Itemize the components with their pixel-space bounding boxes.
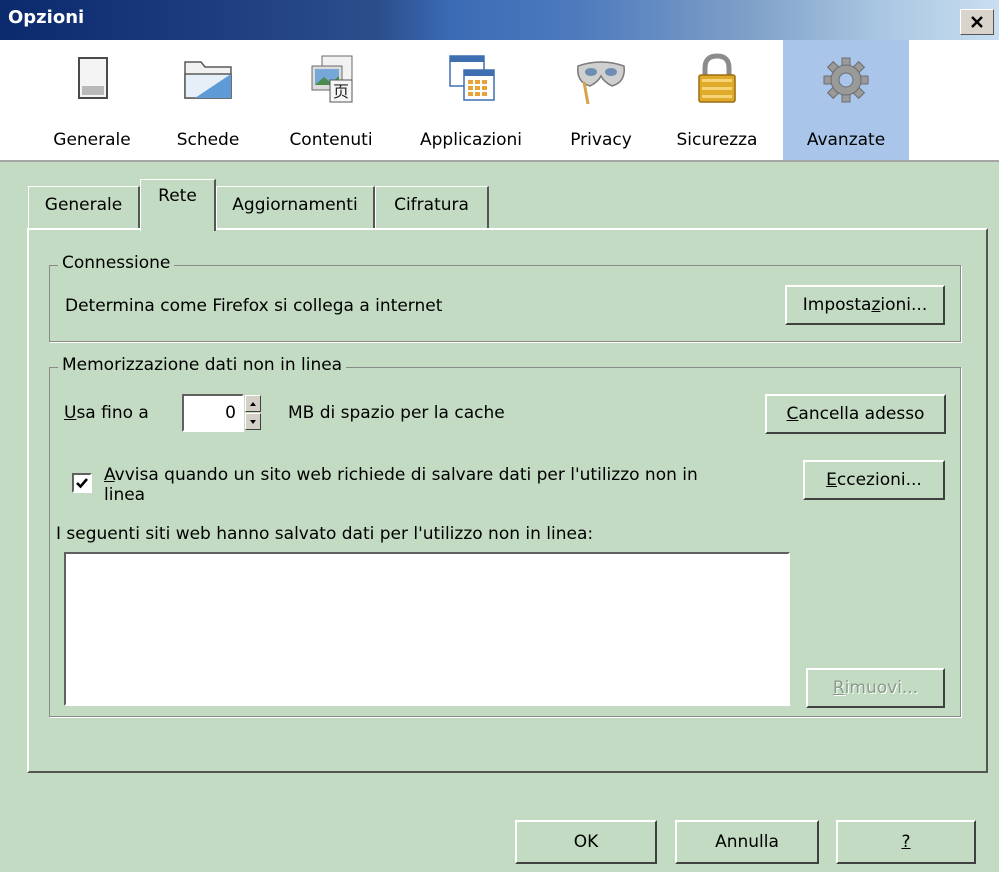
toolbar-label: Contenuti: [289, 130, 373, 150]
connection-settings-label: Impostazioni...: [802, 295, 928, 315]
clear-now-label: Cancella adesso: [786, 404, 925, 424]
tab-label: Aggiornamenti: [232, 195, 358, 215]
tab-label: Generale: [44, 195, 123, 215]
arrow-down-icon: [250, 420, 256, 424]
toolbar-item-privacy[interactable]: Privacy: [552, 40, 650, 160]
remove-label: Rimuovi...: [832, 678, 919, 698]
close-button[interactable]: [960, 9, 994, 35]
options-toolbar: Generale Schede 页 Contenuti Applicazioni…: [0, 40, 999, 162]
offline-storage-group-title: Memorizzazione dati non in linea: [58, 355, 347, 375]
toolbar-item-applicazioni[interactable]: Applicazioni: [405, 40, 537, 160]
toolbar-label: Generale: [53, 130, 131, 150]
title-bar: [0, 0, 999, 40]
cancel-button[interactable]: Annulla: [675, 820, 819, 864]
remove-button[interactable]: Rimuovi...: [806, 668, 945, 708]
help-label: ?: [901, 832, 911, 852]
cache-unit-label: MB di spazio per la cache: [288, 403, 505, 423]
gear-icon: [823, 57, 869, 103]
tab-cifratura[interactable]: Cifratura: [375, 186, 489, 230]
notify-offline-checkbox[interactable]: [72, 473, 92, 493]
content-icon: 页: [311, 55, 353, 103]
toolbar-item-generale[interactable]: Generale: [37, 40, 147, 160]
cache-size-input[interactable]: 0: [182, 394, 244, 432]
ok-button[interactable]: OK: [515, 820, 657, 864]
tabs-icon: [184, 61, 232, 99]
cache-size-increment[interactable]: [245, 395, 261, 412]
toolbar-label: Avanzate: [806, 130, 886, 150]
connection-group-title: Connessione: [58, 253, 175, 273]
toolbar-label: Sicurezza: [676, 130, 758, 150]
toolbar-label: Schede: [176, 130, 240, 150]
privacy-mask-icon: [577, 61, 625, 105]
ok-label: OK: [573, 832, 599, 852]
window-title: Opzioni: [8, 7, 85, 28]
svg-text:页: 页: [333, 82, 349, 101]
tab-generale[interactable]: Generale: [28, 186, 140, 230]
connection-settings-button[interactable]: Impostazioni...: [785, 285, 945, 325]
tab-aggiornamenti[interactable]: Aggiornamenti: [216, 186, 375, 230]
notify-offline-label: Avvisa quando un sito web richiede di sa…: [104, 465, 698, 505]
lock-icon: [698, 53, 736, 103]
use-up-to-label: Usa fino a: [64, 403, 149, 423]
offline-sites-label: I seguenti siti web hanno salvato dati p…: [56, 524, 594, 544]
help-button[interactable]: ?: [836, 820, 976, 864]
connection-description: Determina come Firefox si collega a inte…: [65, 296, 443, 316]
exceptions-label: Eccezioni...: [826, 470, 922, 490]
close-icon: [971, 16, 983, 28]
toolbar-item-schede[interactable]: Schede: [162, 40, 254, 160]
checkmark-icon: [76, 478, 88, 489]
toolbar-label: Applicazioni: [420, 130, 522, 150]
toolbar-item-sicurezza[interactable]: Sicurezza: [660, 40, 774, 160]
toolbar-label: Privacy: [570, 130, 632, 150]
cache-size-value: 0: [225, 403, 236, 423]
cache-size-decrement[interactable]: [245, 413, 261, 430]
offline-sites-list[interactable]: [64, 552, 790, 706]
arrow-up-icon: [250, 402, 256, 406]
cancel-label: Annulla: [715, 832, 779, 852]
exceptions-button[interactable]: Eccezioni...: [803, 460, 945, 500]
window-icon: [78, 57, 108, 99]
toolbar-item-avanzate[interactable]: Avanzate: [783, 40, 909, 160]
tab-label: Cifratura: [394, 195, 469, 215]
tab-rete[interactable]: Rete: [140, 179, 216, 231]
clear-now-button[interactable]: Cancella adesso: [765, 394, 946, 434]
applications-icon: [449, 55, 495, 101]
toolbar-item-contenuti[interactable]: 页 Contenuti: [275, 40, 387, 160]
tab-label: Rete: [158, 186, 197, 206]
